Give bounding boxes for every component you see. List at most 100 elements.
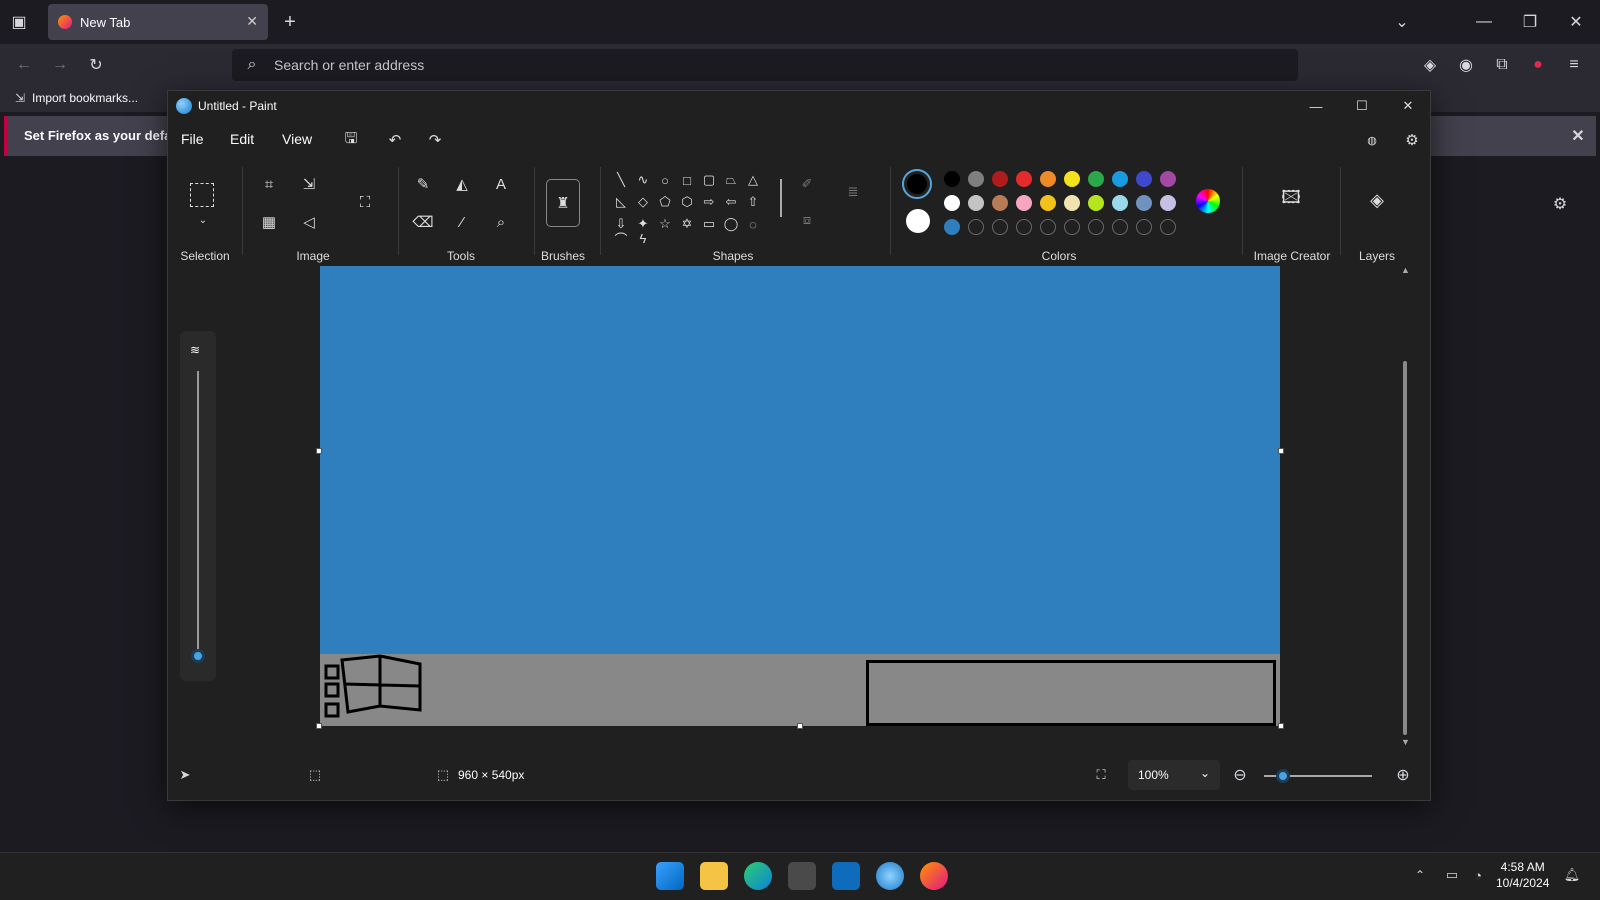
resize-handle-bottom-right[interactable] <box>1278 723 1284 729</box>
oval-shape-icon[interactable]: ○ <box>656 171 674 189</box>
color-swatch[interactable] <box>1088 195 1104 211</box>
address-bar[interactable]: ⌕ Search or enter address <box>232 49 1298 81</box>
extensions-icon[interactable]: ⧉ <box>1490 54 1514 76</box>
line-shape-icon[interactable]: ╲ <box>612 171 630 189</box>
triangle-shape-icon[interactable]: △ <box>744 171 762 189</box>
file-explorer-icon[interactable] <box>700 862 728 890</box>
resize-handle-left[interactable] <box>316 448 322 454</box>
scroll-up-icon[interactable]: ▲ <box>1401 265 1410 275</box>
color-swatch[interactable] <box>1160 171 1176 187</box>
color-swatch[interactable] <box>1016 195 1032 211</box>
right-arrow-shape-icon[interactable]: ⇨ <box>700 193 718 211</box>
empty-color-slot[interactable] <box>992 219 1008 235</box>
close-notification-icon[interactable]: ✕ <box>1568 126 1588 146</box>
pencil-icon[interactable]: ✎ <box>412 173 434 195</box>
close-button[interactable]: ✕ <box>1386 91 1430 121</box>
empty-color-slot[interactable] <box>1064 219 1080 235</box>
empty-color-slot[interactable] <box>1112 219 1128 235</box>
browser-tab[interactable]: New Tab ✕ <box>48 4 268 40</box>
color-swatch[interactable] <box>1040 195 1056 211</box>
right-triangle-shape-icon[interactable]: ◺ <box>612 193 630 211</box>
zoom-slider-thumb[interactable] <box>1276 769 1290 783</box>
vertical-scrollbar[interactable]: ▲ ▼ <box>1400 265 1410 752</box>
color-swatch[interactable] <box>968 195 984 211</box>
callout-rect-shape-icon[interactable]: ▭ <box>700 215 718 233</box>
color-swatch[interactable] <box>1136 171 1152 187</box>
edit-colors-icon[interactable] <box>1196 189 1220 213</box>
background-removal-icon[interactable]: ▦ <box>258 211 280 233</box>
settings-icon[interactable]: ⚙ <box>1401 129 1423 151</box>
resize-icon[interactable]: ⇲ <box>298 173 320 195</box>
account-icon[interactable]: ◍ <box>1361 129 1383 151</box>
color-swatch[interactable] <box>1040 171 1056 187</box>
color-swatch[interactable] <box>1064 171 1080 187</box>
minimize-button[interactable]: — <box>1294 91 1338 121</box>
new-tab-icon[interactable]: + <box>278 11 302 33</box>
store-icon[interactable] <box>788 862 816 890</box>
brush-size-slider[interactable]: ≋ <box>180 331 216 681</box>
empty-color-slot[interactable] <box>1088 219 1104 235</box>
firefox-taskbar-icon[interactable] <box>920 862 948 890</box>
outlook-icon[interactable] <box>832 862 860 890</box>
list-tabs-chevron-icon[interactable]: ⌄ <box>1390 12 1414 32</box>
import-bookmarks-link[interactable]: Import bookmarks... <box>32 91 138 105</box>
forward-icon[interactable]: → <box>48 54 72 76</box>
heart-shape-icon[interactable]: ⌒ <box>612 232 630 247</box>
color-swatch[interactable] <box>944 171 960 187</box>
display-icon[interactable]: ▭ <box>1442 865 1462 885</box>
color-picker-icon[interactable]: ⁄ <box>451 211 473 233</box>
callout-cloud-shape-icon[interactable]: ◌ <box>744 215 762 233</box>
slider-thumb[interactable] <box>191 649 205 663</box>
menu-edit[interactable]: Edit <box>230 131 254 147</box>
resize-handle-bottom[interactable] <box>797 723 803 729</box>
primary-color-button[interactable] <box>902 169 932 199</box>
restore-browser-icon[interactable]: ❐ <box>1518 12 1542 32</box>
rounded-rectangle-shape-icon[interactable]: ▢ <box>700 171 718 189</box>
rotate-icon[interactable]: ◁ <box>298 211 320 233</box>
maximize-button[interactable]: ☐ <box>1340 91 1384 121</box>
hexagon-shape-icon[interactable]: ⬡ <box>678 193 696 211</box>
color-swatch[interactable] <box>992 195 1008 211</box>
close-tab-icon[interactable]: ✕ <box>246 13 258 30</box>
start-icon[interactable] <box>656 862 684 890</box>
drawing-canvas[interactable] <box>320 266 1280 726</box>
callout-oval-shape-icon[interactable]: ◯ <box>722 215 740 233</box>
eraser-icon[interactable]: ⌫ <box>412 211 434 233</box>
pentagon-shape-icon[interactable]: ⬠ <box>656 193 674 211</box>
scrollbar-thumb[interactable] <box>1403 361 1407 735</box>
pocket-icon[interactable]: ◈ <box>1418 54 1442 76</box>
left-arrow-shape-icon[interactable]: ⇦ <box>722 193 740 211</box>
edge-icon[interactable] <box>744 862 772 890</box>
zoom-dropdown[interactable]: 100% ⌄ <box>1128 760 1220 790</box>
reload-icon[interactable]: ↻ <box>84 54 108 76</box>
resize-handle-bottom-left[interactable] <box>316 723 322 729</box>
color-swatch[interactable] <box>944 219 960 235</box>
account-icon[interactable]: ◉ <box>1454 54 1478 76</box>
diamond-shape-icon[interactable]: ◇ <box>634 193 652 211</box>
color-swatch[interactable] <box>1016 171 1032 187</box>
color-swatch[interactable] <box>1112 171 1128 187</box>
menu-view[interactable]: View <box>282 131 312 147</box>
undo-icon[interactable]: ↶ <box>384 129 406 151</box>
newtab-settings-icon[interactable]: ⚙ <box>1548 192 1572 216</box>
shape-fill-icon[interactable]: ⧈ <box>798 211 816 229</box>
size-icon[interactable]: ≣ <box>844 183 862 201</box>
five-point-star-shape-icon[interactable]: ☆ <box>656 215 674 233</box>
redo-icon[interactable]: ↷ <box>424 129 446 151</box>
color-swatch[interactable] <box>1064 195 1080 211</box>
crop-icon[interactable]: ⌗ <box>258 173 280 195</box>
brushes-icon[interactable]: ♜ <box>546 179 580 227</box>
rectangle-shape-icon[interactable]: □ <box>678 171 696 189</box>
color-swatch[interactable] <box>992 171 1008 187</box>
scroll-down-icon[interactable]: ▼ <box>1401 737 1410 747</box>
notification-bell-icon[interactable]: 🔔︎ <box>1562 865 1582 885</box>
empty-color-slot[interactable] <box>1160 219 1176 235</box>
empty-color-slot[interactable] <box>1016 219 1032 235</box>
color-swatch[interactable] <box>1136 195 1152 211</box>
layers-icon[interactable]: ◈ <box>1366 189 1388 211</box>
color-swatch[interactable] <box>944 195 960 211</box>
app-menu-icon[interactable]: ≡ <box>1562 54 1586 76</box>
ublock-icon[interactable]: ● <box>1526 54 1550 76</box>
tab-overview-icon[interactable]: ▣ <box>8 12 30 32</box>
fill-icon[interactable]: ◭ <box>451 173 473 195</box>
